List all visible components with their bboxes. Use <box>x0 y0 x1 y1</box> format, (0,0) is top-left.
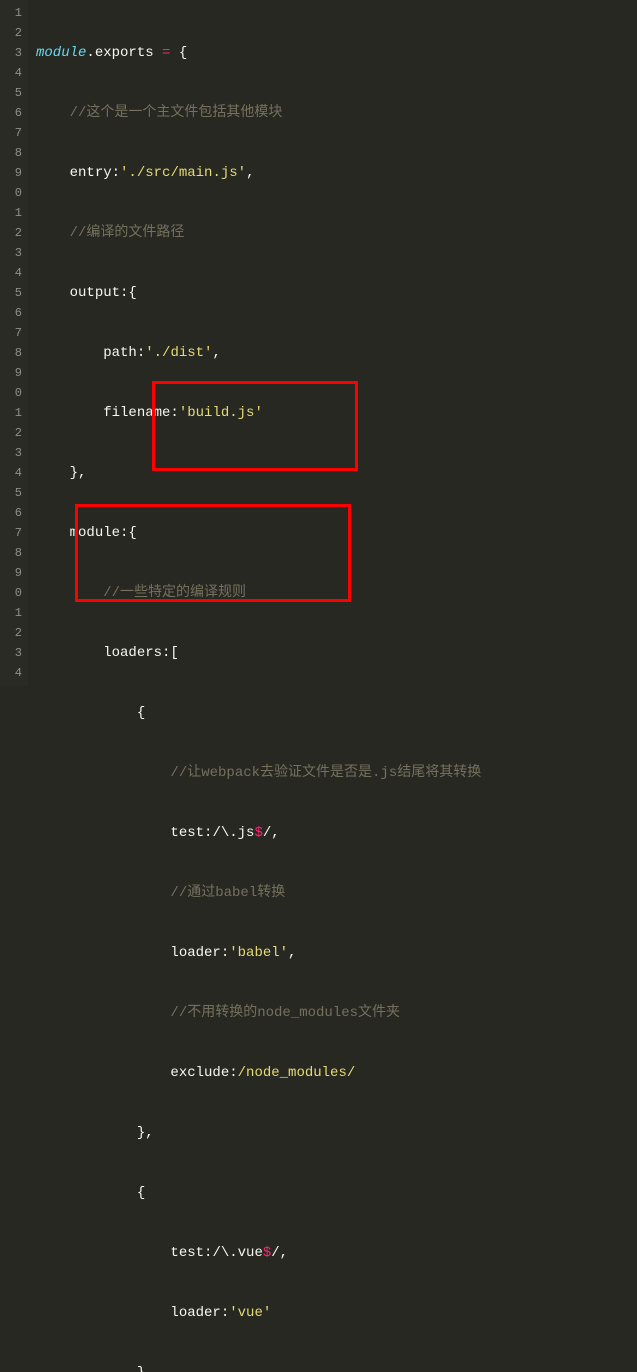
line-number: 2 <box>0 623 22 643</box>
line-number: 8 <box>0 143 22 163</box>
code-line: test:/\.js$/, <box>36 823 481 843</box>
code-line: }, <box>36 1123 481 1143</box>
code-line: //不用转换的node_modules文件夹 <box>36 1003 481 1023</box>
code-line: loader:'babel', <box>36 943 481 963</box>
code-line: } <box>36 1363 481 1372</box>
line-number: 1 <box>0 403 22 423</box>
code-area[interactable]: module.exports = { //这个是一个主文件包括其他模块 entr… <box>28 0 481 686</box>
line-number: 3 <box>0 43 22 63</box>
code-line: path:'./dist', <box>36 343 481 363</box>
code-line: module:{ <box>36 523 481 543</box>
line-number: 0 <box>0 583 22 603</box>
line-number: 5 <box>0 283 22 303</box>
line-number: 9 <box>0 163 22 183</box>
line-number: 4 <box>0 663 22 683</box>
line-number: 3 <box>0 243 22 263</box>
code-line: exclude:/node_modules/ <box>36 1063 481 1083</box>
code-editor[interactable]: 1234567890123456789012345678901234 modul… <box>0 0 637 686</box>
highlight-box <box>152 381 358 471</box>
line-number: 0 <box>0 183 22 203</box>
line-number: 1 <box>0 203 22 223</box>
code-line: //编译的文件路径 <box>36 223 481 243</box>
line-number: 4 <box>0 463 22 483</box>
code-line: output:{ <box>36 283 481 303</box>
line-number: 8 <box>0 343 22 363</box>
line-number: 2 <box>0 23 22 43</box>
code-line: module.exports = { <box>36 43 481 63</box>
line-number: 6 <box>0 503 22 523</box>
line-number: 4 <box>0 263 22 283</box>
code-line: entry:'./src/main.js', <box>36 163 481 183</box>
line-number: 1 <box>0 603 22 623</box>
line-number: 5 <box>0 83 22 103</box>
code-line: loader:'vue' <box>36 1303 481 1323</box>
code-line: //这个是一个主文件包括其他模块 <box>36 103 481 123</box>
line-number: 7 <box>0 523 22 543</box>
line-number: 2 <box>0 423 22 443</box>
line-number: 0 <box>0 383 22 403</box>
line-number: 5 <box>0 483 22 503</box>
code-line: { <box>36 703 481 723</box>
line-number: 9 <box>0 363 22 383</box>
code-line: loaders:[ <box>36 643 481 663</box>
line-number: 6 <box>0 103 22 123</box>
code-line: }, <box>36 463 481 483</box>
code-line: filename:'build.js' <box>36 403 481 423</box>
code-line: //让webpack去验证文件是否是.js结尾将其转换 <box>36 763 481 783</box>
code-line: //一些特定的编译规则 <box>36 583 481 603</box>
line-number: 7 <box>0 323 22 343</box>
line-number: 1 <box>0 3 22 23</box>
code-line: { <box>36 1183 481 1203</box>
line-number: 9 <box>0 563 22 583</box>
code-line: //通过babel转换 <box>36 883 481 903</box>
line-number: 3 <box>0 443 22 463</box>
line-number: 8 <box>0 543 22 563</box>
line-number: 2 <box>0 223 22 243</box>
line-number: 3 <box>0 643 22 663</box>
code-line: test:/\.vue$/, <box>36 1243 481 1263</box>
line-number: 7 <box>0 123 22 143</box>
line-number-gutter: 1234567890123456789012345678901234 <box>0 0 28 686</box>
line-number: 4 <box>0 63 22 83</box>
line-number: 6 <box>0 303 22 323</box>
